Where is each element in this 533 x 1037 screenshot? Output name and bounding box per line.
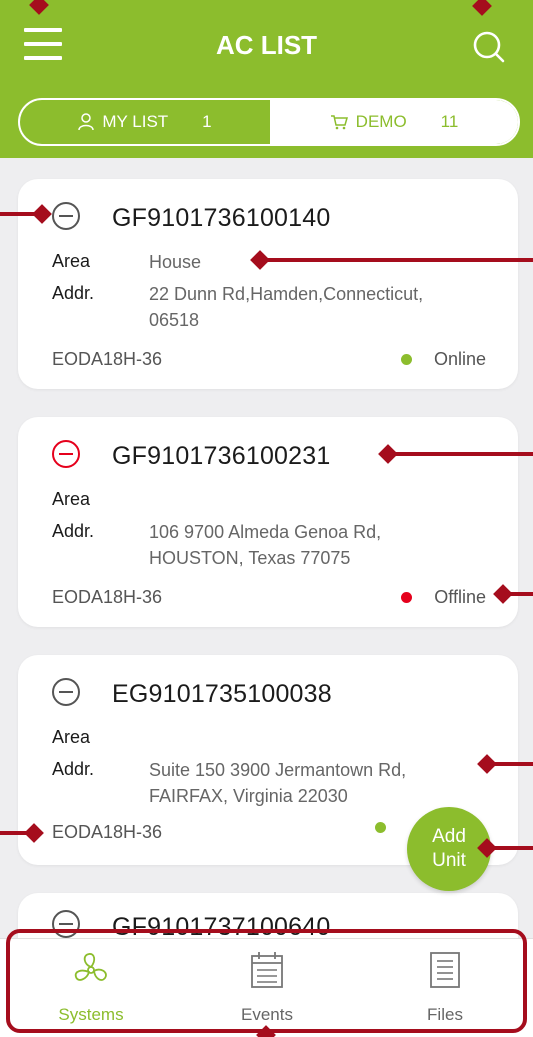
addr-label: Addr. (52, 283, 95, 303)
addr-label: Addr. (52, 521, 95, 541)
addr-line-1: 106 9700 Almeda Genoa Rd, (149, 522, 382, 542)
status-badge (375, 822, 408, 833)
addr-line-2: 06518 (149, 310, 200, 330)
unit-serial: EG9101735100038 (112, 680, 332, 708)
callout-line (491, 846, 533, 850)
remove-unit-icon[interactable] (51, 677, 81, 707)
callout-line (262, 258, 533, 262)
callout-line (392, 452, 533, 456)
remove-unit-icon[interactable] (51, 201, 81, 231)
unit-serial: GF9101736100140 (112, 204, 331, 232)
remove-unit-icon[interactable] (51, 439, 81, 469)
tab-demo-count: 11 (440, 112, 459, 131)
addr-line-1: 22 Dunn Rd,Hamden,Connecticut, (149, 284, 424, 304)
addr-line-2: FAIRFAX, Virginia 22030 (149, 786, 348, 806)
unit-model: EODA18H-36 (52, 349, 163, 369)
cart-icon (330, 114, 348, 130)
status-badge: Online (400, 349, 486, 370)
add-unit-label-line2: Unit (432, 850, 466, 871)
status-dot (375, 822, 386, 833)
status-text: Offline (434, 587, 486, 607)
status-badge: Offline (401, 587, 486, 608)
unit-serial: GF9101736100231 (112, 442, 331, 470)
tab-my-list[interactable]: MY LIST 1 (20, 100, 270, 144)
list-segmented-control: MY LIST 1 DEMO 11 (18, 98, 520, 146)
area-label: Area (52, 251, 91, 271)
person-icon (78, 113, 95, 131)
callout-line (0, 212, 36, 216)
callout-frame (6, 929, 527, 1033)
app-header: AC LIST MY LIST 1 DEMO 11 (0, 0, 533, 158)
tab-my-list-count: 1 (202, 112, 212, 131)
unit-card[interactable]: GF9101736100231 Area Addr. 106 9700 Alme… (18, 417, 518, 627)
unit-card[interactable]: GF9101736100140 Area House Addr. 22 Dunn… (18, 179, 518, 389)
area-value: House (149, 252, 202, 272)
tab-my-list-label: MY LIST (102, 112, 169, 131)
tab-demo[interactable]: DEMO 11 (270, 100, 518, 144)
addr-line-2: HOUSTON, Texas 77075 (149, 548, 351, 568)
status-text: Online (433, 349, 486, 369)
search-icon[interactable] (470, 26, 510, 66)
area-label: Area (52, 489, 91, 509)
addr-label: Addr. (52, 759, 95, 779)
status-dot (401, 592, 413, 603)
area-label: Area (52, 727, 91, 747)
addr-line-1: Suite 150 3900 Jermantown Rd, (149, 760, 407, 780)
status-dot (400, 354, 412, 365)
unit-model: EODA18H-36 (52, 587, 163, 607)
unit-model: EODA18H-36 (52, 822, 163, 842)
tab-demo-label: DEMO (355, 112, 407, 131)
page-title: AC LIST (215, 30, 318, 60)
